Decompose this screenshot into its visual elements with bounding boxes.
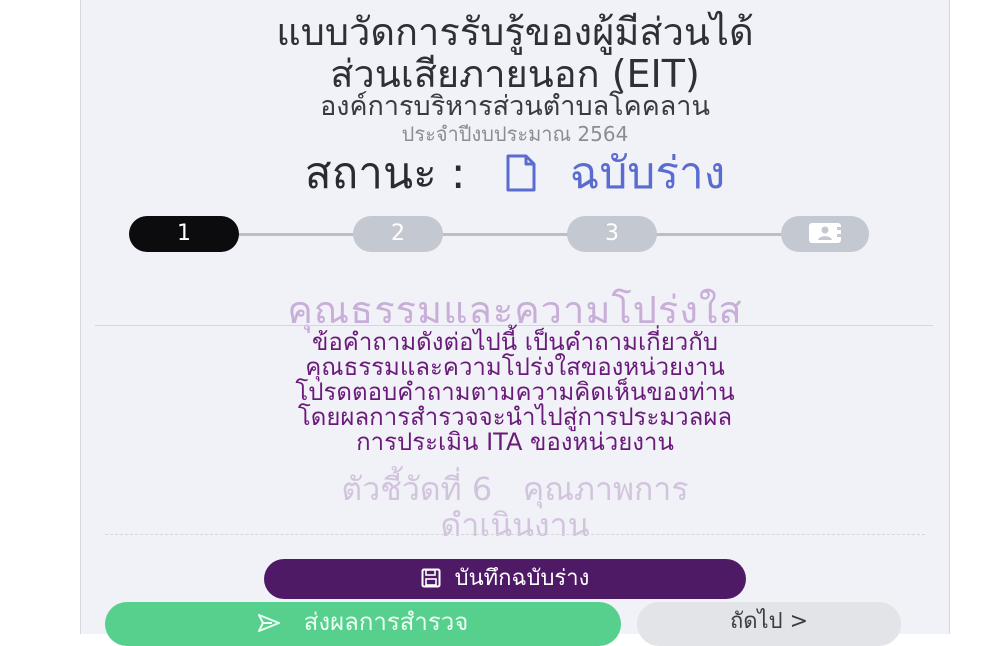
organization-name: องค์การบริหารส่วนตำบลโคคลาน: [320, 91, 710, 122]
indicator-title-line1: ตัวชี้วัดที่ 6 คุณภาพการ: [341, 470, 689, 508]
submit-survey-label: ส่งผลการสำรวจ: [303, 608, 469, 636]
next-button[interactable]: ถัดไป >: [637, 602, 901, 646]
contact-card-icon: [808, 221, 843, 246]
description-line: การประเมิน ITA ของหน่วยงาน: [356, 428, 674, 456]
floppy-disk-icon: [421, 562, 441, 602]
status-label: สถานะ :: [304, 148, 466, 199]
step-3[interactable]: 3: [567, 216, 657, 252]
description-line: ข้อคำถามดังต่อไปนี้ เป็นคำถามเกี่ยวกับ: [311, 328, 719, 356]
survey-title-line1: แบบวัดการรับรู้ของผู้มีส่วนได้: [276, 10, 754, 54]
progress-stepper: 1 2 3: [129, 216, 869, 252]
description-line: คุณธรรมและความโปร่งใสของหน่วยงาน: [305, 353, 725, 381]
indicator-title-line2: ดำเนินงาน: [440, 506, 590, 544]
step-1[interactable]: 1: [129, 216, 239, 252]
description-line: โดยผลการสำรวจจะนำไปสู่การประมวลผล: [297, 403, 733, 431]
survey-page: แบบวัดการรับรู้ของผู้มีส่วนได้ ส่วนเสียภ…: [80, 0, 950, 646]
indicator-divider: [105, 534, 925, 535]
section-divider: [95, 325, 933, 326]
send-icon: [257, 604, 280, 644]
save-draft-label: บันทึกฉบับร่าง: [454, 566, 590, 591]
step-2[interactable]: 2: [353, 216, 443, 252]
description-line: โปรดตอบคำถามตามความคิดเห็นของท่าน: [295, 378, 735, 406]
status-value: ฉบับร่าง: [569, 148, 726, 199]
document-icon: [506, 153, 536, 203]
submit-survey-button[interactable]: ส่งผลการสำรวจ: [105, 602, 621, 646]
fiscal-year: ประจำปีงบประมาณ 2564: [401, 122, 629, 146]
section-description: ข้อคำถามดังต่อไปนี้ เป็นคำถามเกี่ยวกับ ค…: [81, 330, 949, 455]
status-line: สถานะ : ฉบับร่าง: [81, 149, 949, 203]
save-draft-button[interactable]: บันทึกฉบับร่าง: [264, 559, 746, 599]
step-4[interactable]: [781, 216, 869, 252]
